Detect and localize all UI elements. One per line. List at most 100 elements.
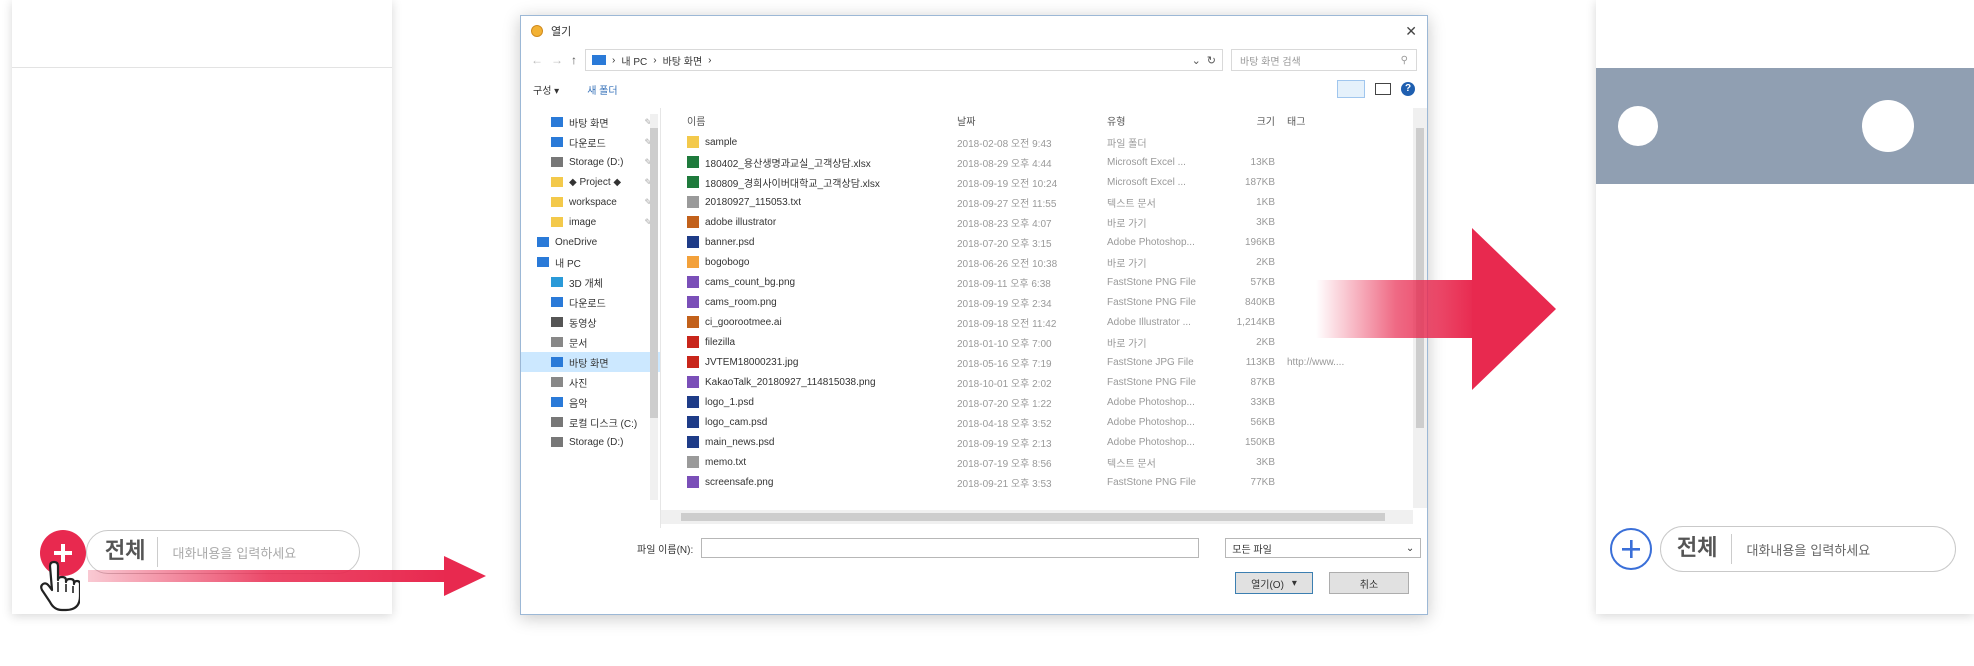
- picture-icon: [551, 377, 563, 387]
- nav-item[interactable]: 다운로드 ✎: [521, 132, 660, 152]
- right-message-input[interactable]: 전체 대화내용을 입력하세요: [1660, 526, 1956, 572]
- open-dropdown-icon[interactable]: ▾: [1292, 578, 1297, 589]
- cancel-button[interactable]: 취소: [1329, 572, 1409, 594]
- nav-item[interactable]: Storage (D:): [521, 432, 660, 452]
- desktop-icon: [551, 117, 563, 127]
- attach-plus-button[interactable]: [1610, 528, 1652, 570]
- nav-item[interactable]: ◆ Project ◆ ✎: [521, 172, 660, 192]
- file-name: 180809_경희사이버대학교_고객상담.xlsx: [705, 178, 880, 190]
- col-tag-header[interactable]: 태그: [1287, 113, 1427, 128]
- chrome-icon: [531, 25, 543, 37]
- file-row[interactable]: filezilla 2018-01-10 오후 7:00 바로 가기 2KB: [661, 332, 1427, 352]
- music-icon: [551, 397, 563, 407]
- file-name: banner.psd: [705, 236, 755, 248]
- file-row[interactable]: JVTEM18000231.jpg 2018-05-16 오후 7:19 FastS…: [661, 352, 1427, 372]
- nav-item[interactable]: 로컬 디스크 (C:): [521, 412, 660, 432]
- nav-item[interactable]: Storage (D:) ✎: [521, 152, 660, 172]
- file-row[interactable]: sample 2018-02-08 오전 9:43 파일 폴더: [661, 132, 1427, 152]
- file-type-cell: FastStone JPG File: [1107, 356, 1194, 368]
- file-row[interactable]: banner.psd 2018-07-20 오후 3:15 Adobe Photos…: [661, 232, 1427, 252]
- nav-item[interactable]: workspace ✎: [521, 192, 660, 212]
- col-name-header[interactable]: 이름: [661, 113, 957, 128]
- file-size-cell: 57KB: [1250, 276, 1275, 288]
- file-type-icon: [687, 436, 699, 448]
- nav-item-label: 바탕 화면: [569, 358, 609, 370]
- dialog-titlebar: 열기 ✕: [521, 16, 1427, 46]
- file-row[interactable]: cams_count_bg.png 2018-09-11 오후 6:38 FastS…: [661, 272, 1427, 292]
- file-row[interactable]: cams_room.png 2018-09-19 오후 2:34 FastStone…: [661, 292, 1427, 312]
- nav-item[interactable]: OneDrive: [521, 232, 660, 252]
- forward-arrow-icon[interactable]: →: [551, 53, 563, 67]
- file-name: 20180927_115053.txt: [705, 196, 802, 208]
- nav-scrollbar[interactable]: [650, 114, 658, 500]
- nav-item[interactable]: 사진: [521, 372, 660, 392]
- nav-item[interactable]: 다운로드: [521, 292, 660, 312]
- file-row[interactable]: screensafe.png 2018-09-21 오후 3:53 FastSton…: [661, 472, 1427, 492]
- nav-item[interactable]: 바탕 화면 ✎: [521, 112, 660, 132]
- nav-item[interactable]: 3D 개체: [521, 272, 660, 292]
- file-row[interactable]: KakaoTalk_20180927_114815038.png 2018-10-…: [661, 372, 1427, 392]
- file-name-cell: adobe illustrator: [661, 216, 957, 228]
- address-bar[interactable]: › 내 PC › 바탕 화면 › ⌄ ↻: [585, 49, 1223, 71]
- filename-input[interactable]: [701, 538, 1200, 558]
- document-icon: [551, 337, 563, 347]
- file-type-icon: [687, 376, 699, 388]
- file-horizontal-scrollbar[interactable]: [661, 510, 1413, 524]
- nav-item-label: 내 PC: [555, 258, 581, 270]
- file-name: main_news.psd: [705, 436, 775, 448]
- refresh-icon[interactable]: ↻: [1207, 54, 1216, 67]
- file-row[interactable]: bogobogo 2018-06-26 오전 10:38 바로 가기 2KB: [661, 252, 1427, 272]
- open-button[interactable]: 열기(O) ▾: [1235, 572, 1313, 594]
- organize-menu[interactable]: 구성 ▾: [533, 82, 559, 97]
- drive-icon: [551, 157, 563, 167]
- up-arrow-icon[interactable]: ↑: [571, 53, 577, 67]
- file-name-cell: bogobogo: [661, 256, 957, 268]
- nav-item-label: 다운로드: [569, 298, 606, 310]
- nav-item[interactable]: 바탕 화면: [521, 352, 660, 372]
- nav-item[interactable]: 내 PC: [521, 252, 660, 272]
- filetype-select[interactable]: 모든 파일 ⌄: [1225, 538, 1422, 558]
- file-row[interactable]: memo.txt 2018-07-19 오후 8:56 텍스트 문서 3KB: [661, 452, 1427, 472]
- file-size-cell: 2KB: [1256, 256, 1275, 268]
- file-list-pane: 이름 날짜 유형 크기 태그 sample 2018-02-08 오전 9:43 파…: [661, 108, 1427, 528]
- nav-item[interactable]: image ✎: [521, 212, 660, 232]
- col-type-header[interactable]: 유형: [1107, 113, 1227, 128]
- file-row[interactable]: 180402_용산생명과교실_고객상담.xlsx 2018-08-29 오후 4:…: [661, 152, 1427, 172]
- file-row[interactable]: 20180927_115053.txt 2018-09-27 오전 11:55 텍스…: [661, 192, 1427, 212]
- nav-item[interactable]: 동영상: [521, 312, 660, 332]
- file-size-cell: 3KB: [1256, 456, 1275, 468]
- download-icon: [551, 297, 563, 307]
- file-type-cell: 텍스트 문서: [1107, 458, 1156, 470]
- file-row[interactable]: adobe illustrator 2018-08-23 오후 4:07 바로 가기…: [661, 212, 1427, 232]
- file-type-cell: 바로 가기: [1107, 338, 1147, 350]
- search-input[interactable]: 바탕 화면 검색 ⚲: [1231, 49, 1417, 71]
- dropdown-icon[interactable]: ⌄: [1192, 54, 1201, 67]
- breadcrumb-pc[interactable]: 내 PC: [621, 53, 647, 68]
- file-row[interactable]: logo_1.psd 2018-07-20 오후 1:22 Adobe Photos…: [661, 392, 1427, 412]
- nav-item[interactable]: 음악: [521, 392, 660, 412]
- new-folder-button[interactable]: 새 폴더: [587, 82, 617, 97]
- file-row[interactable]: 180809_경희사이버대학교_고객상담.xlsx 2018-09-19 오전 1…: [661, 172, 1427, 192]
- file-date-cell: 2018-07-20 오후 3:15: [957, 238, 1052, 250]
- col-date-header[interactable]: 날짜: [957, 113, 1107, 128]
- file-row[interactable]: logo_cam.psd 2018-04-18 오후 3:52 Adobe Phot…: [661, 412, 1427, 432]
- breadcrumb-sep: ›: [612, 54, 616, 66]
- preview-pane-icon[interactable]: [1375, 83, 1391, 95]
- file-row[interactable]: ci_goorootmee.ai 2018-09-18 오전 11:42 Adobe…: [661, 312, 1427, 332]
- file-name-cell: filezilla: [661, 336, 957, 348]
- message-placeholder: 대화내용을 입력하세요: [1746, 543, 1871, 559]
- file-type-icon: [687, 356, 699, 368]
- file-row[interactable]: main_news.psd 2018-09-19 오후 2:13 Adobe Pho…: [661, 432, 1427, 452]
- close-icon[interactable]: ✕: [1405, 23, 1417, 40]
- help-icon[interactable]: ?: [1401, 82, 1415, 96]
- folder-icon: [551, 177, 563, 187]
- file-type-icon: [687, 336, 699, 348]
- breadcrumb-sep: ›: [708, 54, 712, 66]
- nav-item[interactable]: 문서: [521, 332, 660, 352]
- back-arrow-icon[interactable]: ←: [531, 53, 543, 67]
- col-size-header[interactable]: 크기: [1227, 113, 1287, 128]
- target-all-label[interactable]: 전체: [1661, 534, 1733, 564]
- view-options-button[interactable]: [1337, 80, 1365, 98]
- hand-cursor-icon: [36, 560, 82, 616]
- breadcrumb-folder[interactable]: 바탕 화면: [663, 53, 703, 68]
